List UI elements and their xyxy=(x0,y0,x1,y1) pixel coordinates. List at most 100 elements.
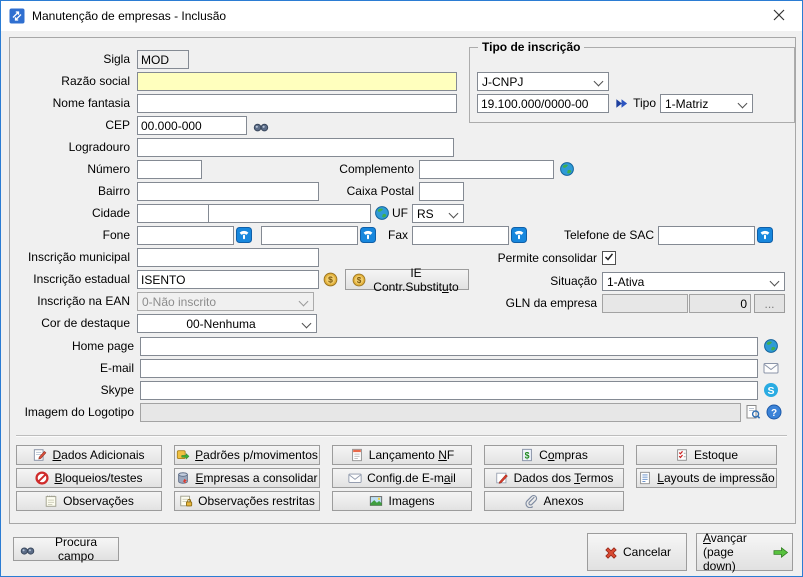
dialog-window: Manutenção de empresas - Inclusão Sigla … xyxy=(0,0,803,577)
help-icon[interactable]: ? xyxy=(766,404,782,420)
coin-icon[interactable]: $ xyxy=(323,272,339,288)
complemento-label: Complemento xyxy=(290,160,414,179)
cep-label: CEP xyxy=(10,116,130,135)
uf-label: UF xyxy=(388,204,408,223)
fax-input[interactable] xyxy=(412,226,509,245)
razao-social-input[interactable] xyxy=(137,72,457,91)
fone-input-1[interactable] xyxy=(137,226,234,245)
complemento-input[interactable] xyxy=(419,160,554,179)
estoque-button[interactable]: Estoque xyxy=(636,445,777,465)
tipo-select[interactable]: 1-Matriz xyxy=(660,94,753,113)
binoculars-icon xyxy=(20,542,34,556)
dados-adicionais-button[interactable]: Dados Adicionais xyxy=(16,445,162,465)
inscricao-municipal-label: Inscrição municipal xyxy=(10,248,130,267)
phone-icon[interactable] xyxy=(236,227,252,243)
avancar-button[interactable]: Avançar(page down) xyxy=(696,533,793,571)
envelope-icon[interactable] xyxy=(763,360,779,376)
close-button[interactable] xyxy=(756,1,802,31)
fax-label: Fax xyxy=(378,226,408,245)
observacoes-restritas-button[interactable]: Observações restritas xyxy=(174,491,320,511)
phone-icon[interactable] xyxy=(757,227,773,243)
dados-termos-button[interactable]: Dados dos Termos xyxy=(484,468,624,488)
binoculars-icon[interactable] xyxy=(253,118,269,134)
razao-social-label: Razão social xyxy=(10,72,130,91)
cidade-nome-input[interactable] xyxy=(208,204,371,223)
purchase-icon: $ xyxy=(520,448,534,462)
numero-input[interactable] xyxy=(137,160,202,179)
caixa-postal-input[interactable] xyxy=(419,182,464,201)
inscricao-estadual-input[interactable] xyxy=(137,270,319,289)
logotipo-input xyxy=(140,403,741,422)
bloqueios-testes-button[interactable]: Bloqueios/testes xyxy=(16,468,162,488)
button-label: Compras xyxy=(539,448,588,462)
skype-label: Skype xyxy=(10,381,134,400)
button-label: IE Contr.Substituto xyxy=(370,266,462,294)
svg-text:S: S xyxy=(767,385,774,397)
caixa-postal-label: Caixa Postal xyxy=(290,182,414,201)
inscricao-municipal-input[interactable] xyxy=(137,248,319,267)
telefone-sac-input[interactable] xyxy=(658,226,755,245)
cep-input[interactable] xyxy=(137,116,247,135)
cor-destaque-label: Cor de destaque xyxy=(10,314,130,333)
cidade-codigo-input[interactable] xyxy=(137,204,209,223)
globe-icon[interactable] xyxy=(763,338,779,354)
button-label: Anexos xyxy=(543,494,583,508)
empresas-consolidar-button[interactable]: Empresas a consolidar xyxy=(174,468,320,488)
button-label: Estoque xyxy=(694,448,738,462)
gln-browse-button[interactable]: ... xyxy=(754,294,785,313)
cancelar-button[interactable]: Cancelar xyxy=(587,533,687,571)
compras-button[interactable]: $ Compras xyxy=(484,445,624,465)
button-label: Observações restritas xyxy=(198,494,315,508)
nome-fantasia-input[interactable] xyxy=(137,94,457,113)
pen-icon xyxy=(495,471,509,485)
app-icon xyxy=(9,8,25,24)
sigla-input[interactable] xyxy=(137,50,189,69)
home-page-input[interactable] xyxy=(140,337,758,356)
title-bar[interactable]: Manutenção de empresas - Inclusão xyxy=(1,1,802,31)
tipo-documento-select[interactable]: J-CNPJ xyxy=(477,72,609,91)
coin-icon: $ xyxy=(352,273,366,287)
preview-image-icon[interactable] xyxy=(745,404,761,420)
button-label: Lançamento NF xyxy=(369,448,454,462)
cor-destaque-select[interactable]: 00-Nenhuma xyxy=(137,314,317,333)
button-label: Dados dos Termos xyxy=(514,471,614,485)
phone-icon[interactable] xyxy=(360,227,376,243)
layouts-impressao-button[interactable]: Layouts de impressão xyxy=(636,468,777,488)
skype-icon[interactable]: S xyxy=(763,382,779,398)
gln-input-1 xyxy=(602,294,688,313)
imagens-button[interactable]: Imagens xyxy=(332,491,472,511)
permite-consolidar-checkbox[interactable] xyxy=(602,251,616,265)
fone-input-2[interactable] xyxy=(261,226,358,245)
image-icon xyxy=(369,494,383,508)
situacao-select[interactable]: 1-Ativa xyxy=(602,272,785,291)
forward-arrow-icon xyxy=(772,545,786,559)
gln-label: GLN da empresa xyxy=(462,294,597,313)
lancamento-nf-button[interactable]: Lançamento NF xyxy=(332,445,472,465)
svg-text:?: ? xyxy=(771,408,777,419)
logradouro-input[interactable] xyxy=(137,138,454,157)
button-label: Dados Adicionais xyxy=(52,448,144,462)
uf-select[interactable]: RS xyxy=(412,204,464,223)
button-label: Observações xyxy=(63,494,134,508)
email-input[interactable] xyxy=(140,359,758,378)
procura-campo-button[interactable]: Procura campo xyxy=(13,537,119,561)
ie-contr-substituto-button[interactable]: $ IE Contr.Substituto xyxy=(345,269,469,290)
phone-icon[interactable] xyxy=(511,227,527,243)
check-icon xyxy=(604,251,614,265)
anexos-button[interactable]: Anexos xyxy=(484,491,624,511)
padroes-movimentos-button[interactable]: Padrões p/movimentos xyxy=(174,445,320,465)
logotipo-label: Imagem do Logotipo xyxy=(10,403,134,422)
globe-icon[interactable] xyxy=(559,161,575,177)
button-label: Padrões p/movimentos xyxy=(195,448,318,462)
skype-input[interactable] xyxy=(140,381,758,400)
observacoes-button[interactable]: Observações xyxy=(16,491,162,511)
cnpj-input[interactable] xyxy=(477,94,609,113)
config-email-button[interactable]: Config.de E-mail xyxy=(332,468,472,488)
form-panel: Sigla Razão social Nome fantasia CEP Log… xyxy=(9,37,796,524)
section-buttons: Dados Adicionais Padrões p/movimentos La… xyxy=(16,445,777,511)
fone-label: Fone xyxy=(10,226,130,245)
bairro-label: Bairro xyxy=(10,182,130,201)
paperclip-icon xyxy=(524,494,538,508)
cidade-label: Cidade xyxy=(10,204,130,223)
svg-text:$: $ xyxy=(357,275,362,284)
